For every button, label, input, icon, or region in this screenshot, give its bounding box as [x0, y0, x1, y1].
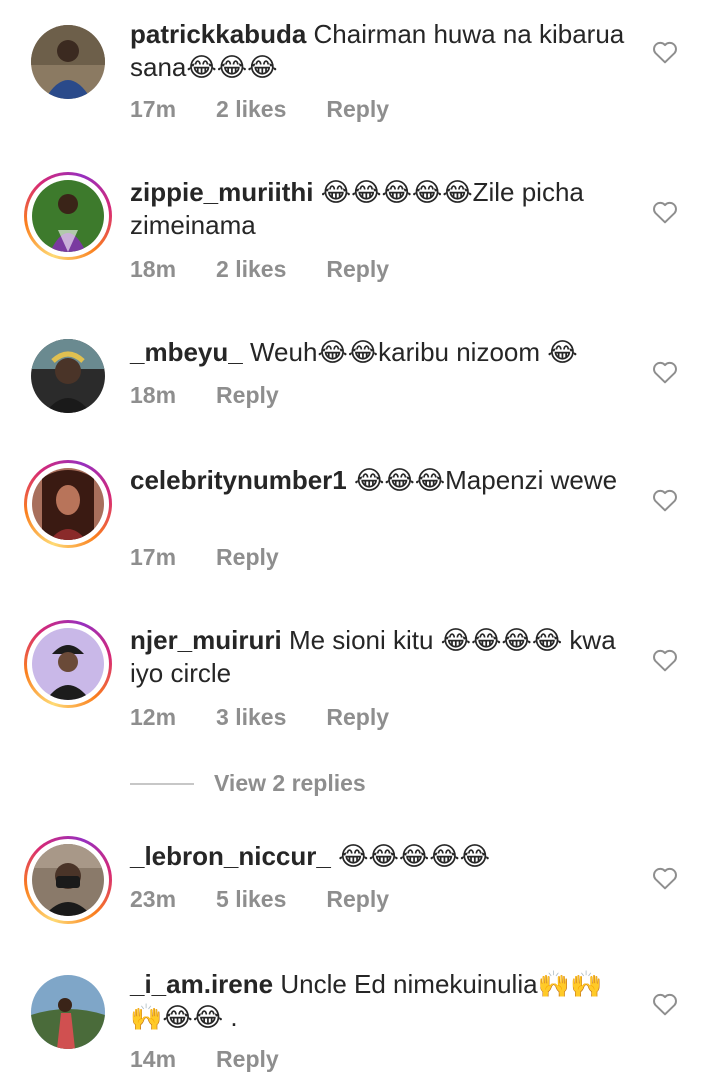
avatar-image	[32, 628, 104, 700]
avatar[interactable]	[24, 18, 112, 106]
avatar-image	[32, 844, 104, 916]
comment-username[interactable]: zippie_muriithi	[130, 177, 313, 207]
heart-outline-icon[interactable]	[652, 648, 678, 672]
comment-username[interactable]: _mbeyu_	[130, 337, 243, 367]
avatar-story-ring[interactable]	[24, 836, 112, 924]
comment-username[interactable]: njer_muiruri	[130, 625, 282, 655]
comment-text: 😂😂😂Mapenzi wewe	[353, 465, 618, 495]
avatar-image	[32, 180, 104, 252]
comment-likes[interactable]: 3 likes	[216, 704, 286, 731]
reply-button[interactable]: Reply	[216, 382, 279, 409]
comment-time: 17m	[130, 96, 177, 122]
comment-time: 14m	[130, 1046, 177, 1072]
reply-button[interactable]: Reply	[326, 256, 389, 283]
comment-text: 😂😂😂😂😂	[338, 841, 490, 871]
comment-time: 12m	[130, 704, 177, 730]
comment-time: 23m	[130, 886, 177, 912]
avatar[interactable]	[24, 968, 112, 1056]
avatar[interactable]	[24, 332, 112, 420]
comment-username[interactable]: _i_am.irene	[130, 969, 273, 999]
avatar-image	[31, 339, 105, 413]
reply-button[interactable]: Reply	[326, 96, 389, 123]
view-replies-button[interactable]: View 2 replies	[130, 770, 366, 797]
heart-outline-icon[interactable]	[652, 866, 678, 890]
replies-divider	[130, 782, 194, 785]
heart-outline-icon[interactable]	[652, 40, 678, 64]
reply-button[interactable]: Reply	[216, 1046, 279, 1072]
avatar-image	[31, 975, 105, 1049]
comment-time: 18m	[130, 256, 177, 282]
avatar-story-ring[interactable]	[24, 620, 112, 708]
comment-username[interactable]: _lebron_niccur_	[130, 841, 331, 871]
comment-username[interactable]: celebritynumber1	[130, 465, 347, 495]
heart-outline-icon[interactable]	[652, 200, 678, 224]
comment-time: 17m	[130, 544, 177, 570]
comment-likes[interactable]: 2 likes	[216, 96, 286, 123]
comment-username[interactable]: patrickkabuda	[130, 19, 306, 49]
avatar-image	[32, 468, 104, 540]
comments-feed: patrickkabuda Chairman huwa na kibarua s…	[0, 0, 720, 1072]
reply-button[interactable]: Reply	[326, 704, 389, 731]
avatar-image	[31, 25, 105, 99]
reply-button[interactable]: Reply	[326, 886, 389, 913]
comment-likes[interactable]: 5 likes	[216, 886, 286, 913]
view-replies-label: View 2 replies	[214, 770, 366, 796]
avatar-story-ring[interactable]	[24, 460, 112, 548]
heart-outline-icon[interactable]	[652, 488, 678, 512]
comment-likes[interactable]: 2 likes	[216, 256, 286, 283]
heart-outline-icon[interactable]	[652, 992, 678, 1016]
reply-button[interactable]: Reply	[216, 544, 279, 571]
heart-outline-icon[interactable]	[652, 360, 678, 384]
comment-time: 18m	[130, 382, 177, 408]
avatar-story-ring[interactable]	[24, 172, 112, 260]
comment-text: Weuh😂😂karibu nizoom 😂	[249, 337, 578, 367]
